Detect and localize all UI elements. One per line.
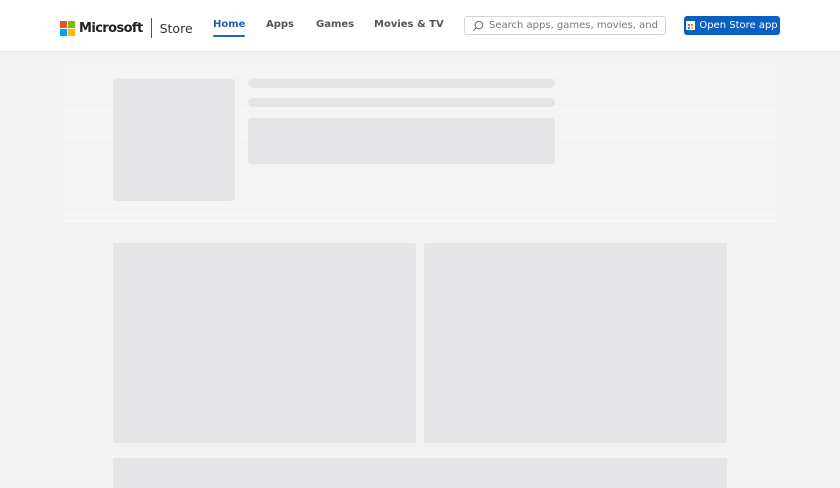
card-placeholder-right (424, 243, 727, 443)
nav-games[interactable]: Games (316, 19, 354, 30)
header: Microsoft Store Home Apps Games Movies &… (0, 0, 840, 52)
nav-apps[interactable]: Apps (266, 19, 294, 30)
search-icon (473, 20, 484, 31)
nav-home[interactable]: Home (213, 19, 246, 37)
open-store-app-button[interactable]: Open Store app (684, 16, 780, 35)
logo-divider (150, 18, 152, 38)
nav-movies-tv[interactable]: Movies & TV (374, 19, 444, 30)
subtitle-placeholder (248, 98, 555, 107)
section-divider (63, 220, 777, 222)
description-placeholder (248, 118, 555, 164)
card-placeholder-left (113, 243, 416, 443)
app-icon-placeholder (113, 79, 235, 201)
open-store-app-label: Open Store app (699, 20, 778, 31)
store-app-icon (686, 21, 696, 30)
product-name: Store (159, 20, 193, 36)
microsoft-store-logo[interactable]: Microsoft Store (60, 18, 193, 38)
search-box[interactable] (464, 16, 666, 35)
search-input[interactable] (489, 20, 659, 31)
microsoft-logo-icon (60, 20, 75, 36)
bottom-placeholder (113, 458, 727, 488)
brand-name: Microsoft (79, 20, 143, 36)
title-placeholder (248, 79, 555, 88)
